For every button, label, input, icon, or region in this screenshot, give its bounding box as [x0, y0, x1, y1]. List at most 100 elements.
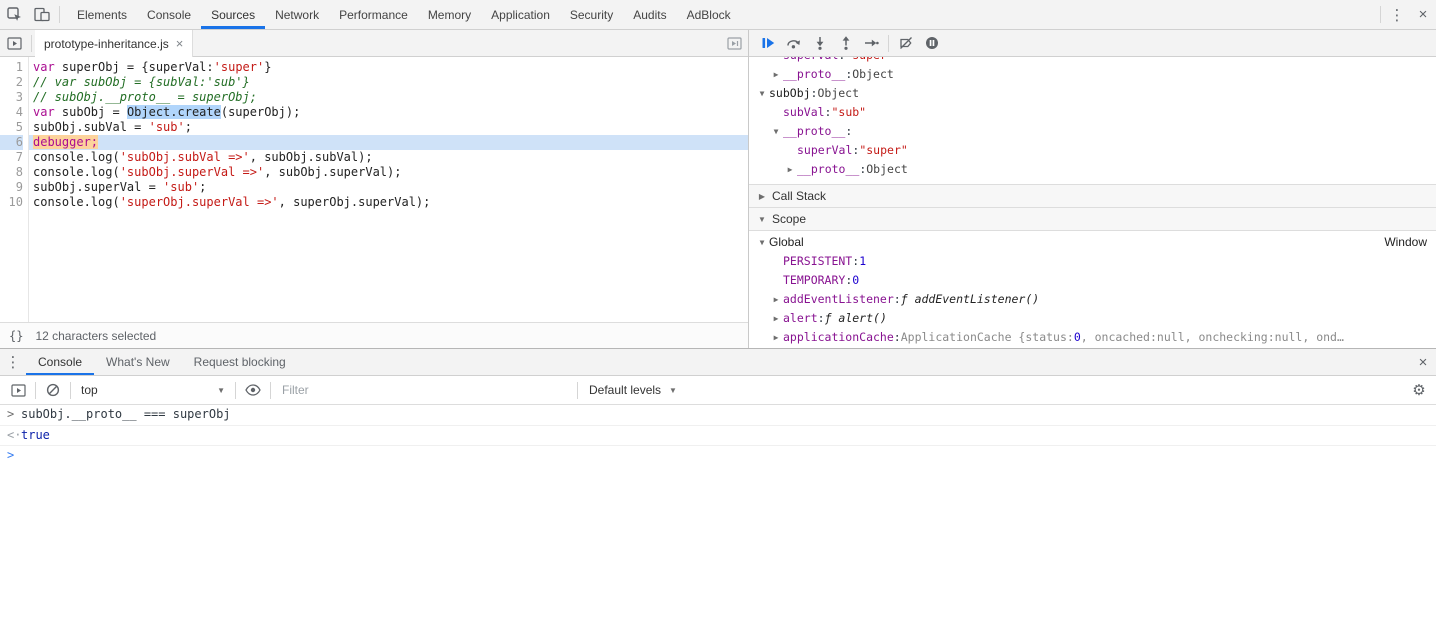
code-token: subObj =: [54, 105, 127, 119]
property-name: alert: [783, 311, 818, 325]
scope-type-label: Window: [1384, 235, 1427, 249]
execution-context-value: top: [81, 383, 98, 397]
triangle-down-icon[interactable]: ▼: [755, 84, 769, 103]
triangle-down-icon[interactable]: ▼: [755, 233, 769, 252]
step-out-icon[interactable]: [833, 31, 858, 55]
step-into-icon[interactable]: [807, 31, 832, 55]
close-devtools-icon[interactable]: ×: [1410, 2, 1436, 28]
line-number[interactable]: 7: [0, 150, 23, 165]
tab-adblock[interactable]: AdBlock: [677, 0, 741, 29]
deactivate-breakpoints-icon[interactable]: [893, 31, 918, 55]
tree-row[interactable]: ▶ __proto__: Object: [749, 160, 1436, 179]
tab-sources[interactable]: Sources: [201, 0, 266, 29]
line-number[interactable]: 1: [0, 60, 23, 75]
code-line[interactable]: console.log('subObj.subVal =>', subObj.s…: [29, 150, 748, 165]
property-value: "super": [859, 143, 908, 157]
console-sidebar-toggle-icon[interactable]: [4, 377, 32, 403]
drawer-tabs: Console What's New Request blocking: [26, 349, 298, 375]
code-line[interactable]: var subObj = Object.create(superObj);: [29, 105, 748, 120]
live-expression-eye-icon[interactable]: [239, 377, 267, 403]
pause-on-exceptions-icon[interactable]: [919, 31, 944, 55]
tree-row[interactable]: ▶ applicationCache: ApplicationCache {sta…: [749, 328, 1436, 347]
code-editor[interactable]: 1 2 3 4 5 6 7 8 9 10 var superObj = {superVal:'su…: [0, 57, 748, 322]
code-line[interactable]: subObj.superVal = 'sub';: [29, 180, 748, 195]
property-value: Object: [852, 67, 894, 81]
code-line[interactable]: debugger;: [29, 135, 748, 150]
navigator-toggle-icon[interactable]: [0, 30, 28, 56]
tree-row[interactable]: ▼ Global Window: [749, 233, 1436, 252]
drawer-tab-what-s-new[interactable]: What's New: [94, 349, 182, 375]
debugger-sidebar: superVal: "super"▶__proto__: Object▼subO…: [748, 30, 1436, 348]
step-icon[interactable]: [859, 31, 884, 55]
console-settings-gear-icon[interactable]: ⚙: [1406, 377, 1432, 403]
tab-close-icon[interactable]: ×: [176, 37, 184, 50]
console-filter-input[interactable]: [274, 383, 574, 397]
triangle-right-icon[interactable]: ▶: [769, 65, 783, 84]
tree-row[interactable]: ▶ __proto__: Object: [749, 65, 1436, 84]
line-number[interactable]: 6: [0, 135, 23, 150]
code-line[interactable]: console.log('superObj.superVal =>', supe…: [29, 195, 748, 210]
tab-console[interactable]: Console: [137, 0, 201, 29]
property-name: superVal: [797, 143, 853, 157]
drawer-tab-request-blocking[interactable]: Request blocking: [182, 349, 298, 375]
tab-elements[interactable]: Elements: [67, 0, 137, 29]
pretty-print-icon[interactable]: {}: [9, 329, 23, 343]
console-prompt-row[interactable]: >: [0, 446, 1436, 466]
property-name: PERSISTENT: [783, 254, 853, 268]
inspect-icon[interactable]: [0, 2, 28, 28]
call-stack-section-header[interactable]: ▶ Call Stack: [749, 185, 1436, 208]
line-number[interactable]: 10: [0, 195, 23, 210]
tab-network[interactable]: Network: [265, 0, 329, 29]
triangle-right-icon[interactable]: ▶: [783, 160, 797, 179]
line-number[interactable]: 9: [0, 180, 23, 195]
name-value-separator: :: [824, 105, 832, 119]
scope-label: Scope: [772, 212, 807, 226]
tab-application[interactable]: Application: [481, 0, 560, 29]
code-line[interactable]: var superObj = {superVal:'super'}: [29, 60, 748, 75]
tree-row[interactable]: superVal: "super": [749, 57, 1436, 65]
file-tab[interactable]: prototype-inheritance.js ×: [35, 30, 194, 57]
console-text: true: [21, 427, 50, 442]
triangle-right-icon[interactable]: ▶: [769, 290, 783, 309]
triangle-right-icon[interactable]: ▶: [769, 309, 783, 328]
line-number[interactable]: 5: [0, 120, 23, 135]
tab-performance[interactable]: Performance: [329, 0, 418, 29]
property-name: __proto__: [783, 67, 846, 81]
tree-row[interactable]: ▶ alert: ƒ alert(): [749, 309, 1436, 328]
close-drawer-icon[interactable]: ×: [1410, 349, 1436, 375]
panel-right-toggle-icon[interactable]: [720, 30, 748, 56]
code-line[interactable]: console.log('subObj.superVal =>', subObj…: [29, 165, 748, 180]
device-toolbar-icon[interactable]: [28, 2, 56, 28]
clear-console-icon[interactable]: [39, 377, 67, 403]
line-number[interactable]: 3: [0, 90, 23, 105]
tab-security[interactable]: Security: [560, 0, 623, 29]
code-line[interactable]: // subObj.__proto__ = superObj;: [29, 90, 748, 105]
tree-row[interactable]: TEMPORARY: 0: [749, 271, 1436, 290]
scope-section-header[interactable]: ▼ Scope: [749, 208, 1436, 231]
more-menu-icon[interactable]: ⋮: [1384, 2, 1410, 28]
execution-context-dropdown[interactable]: top ▼: [74, 383, 232, 397]
drawer-more-menu-icon[interactable]: ⋮: [0, 349, 26, 375]
drawer-tab-console[interactable]: Console: [26, 349, 95, 375]
property-value: ApplicationCache {status:: [900, 330, 1074, 344]
log-levels-dropdown[interactable]: Default levels ▼: [581, 383, 685, 397]
code-line[interactable]: // var subObj = {subVal:'sub'}: [29, 75, 748, 90]
tree-row[interactable]: ▼ __proto__:: [749, 122, 1436, 141]
tree-row[interactable]: ▼ subObj: Object: [749, 84, 1436, 103]
resume-icon[interactable]: [755, 31, 780, 55]
tab-audits[interactable]: Audits: [623, 0, 676, 29]
step-over-icon[interactable]: [781, 31, 806, 55]
code-token: console.log(: [33, 150, 120, 164]
tab-memory[interactable]: Memory: [418, 0, 481, 29]
selection-status-text: 12 characters selected: [35, 328, 157, 343]
line-number[interactable]: 8: [0, 165, 23, 180]
tree-row[interactable]: subVal: "sub": [749, 103, 1436, 122]
tree-row[interactable]: ▶ addEventListener: ƒ addEventListener(): [749, 290, 1436, 309]
code-line[interactable]: subObj.subVal = 'sub';: [29, 120, 748, 135]
tree-row[interactable]: superVal: "super": [749, 141, 1436, 160]
line-number[interactable]: 4: [0, 105, 23, 120]
line-number[interactable]: 2: [0, 75, 23, 90]
tree-row[interactable]: PERSISTENT: 1: [749, 252, 1436, 271]
triangle-right-icon[interactable]: ▶: [769, 328, 783, 347]
triangle-down-icon[interactable]: ▼: [769, 122, 783, 141]
